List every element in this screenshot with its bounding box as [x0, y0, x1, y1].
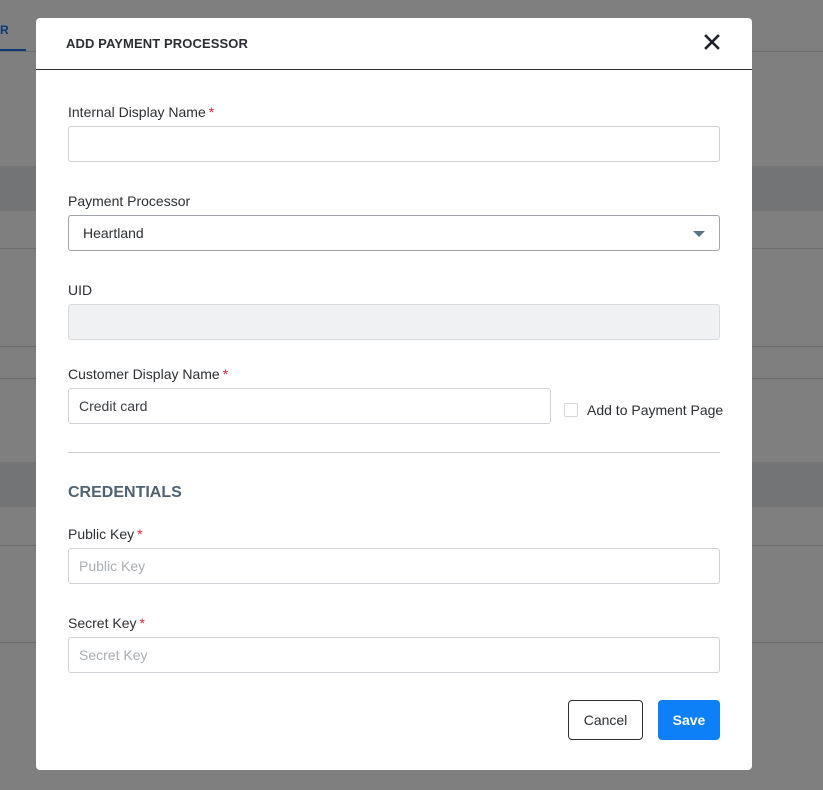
add-to-payment-page-label[interactable]: Add to Payment Page	[587, 402, 723, 418]
customer-display-name-label-text: Customer Display Name	[68, 366, 220, 382]
modal-header: ADD PAYMENT PROCESSOR	[36, 18, 752, 70]
save-button[interactable]: Save	[658, 700, 720, 740]
secret-key-label-text: Secret Key	[68, 615, 137, 631]
internal-display-name-label: Internal Display Name *	[68, 104, 214, 120]
payment-processor-select[interactable]: Heartland	[68, 215, 720, 251]
internal-display-name-input[interactable]	[68, 126, 720, 162]
uid-input	[68, 304, 720, 340]
required-marker: *	[222, 366, 229, 382]
required-marker: *	[137, 526, 143, 542]
internal-display-name-label-text: Internal Display Name	[68, 104, 206, 120]
public-key-label: Public Key *	[68, 526, 143, 542]
chevron-down-icon	[693, 231, 705, 237]
uid-label: UID	[68, 282, 93, 298]
section-divider	[68, 452, 720, 453]
secret-key-input[interactable]	[68, 637, 720, 673]
public-key-label-text: Public Key	[68, 526, 135, 542]
customer-display-name-label: Customer Display Name *	[68, 366, 228, 382]
required-marker: *	[139, 615, 145, 631]
close-icon[interactable]	[702, 31, 722, 53]
modal-title: ADD PAYMENT PROCESSOR	[66, 36, 248, 51]
secret-key-label: Secret Key *	[68, 615, 145, 631]
cancel-button[interactable]: Cancel	[568, 700, 643, 740]
add-payment-processor-dialog: ADD PAYMENT PROCESSOR Internal Display N…	[36, 18, 752, 770]
public-key-input[interactable]	[68, 548, 720, 584]
customer-display-name-input[interactable]	[68, 388, 551, 424]
payment-processor-selected-value: Heartland	[83, 225, 144, 241]
credentials-section-title: CREDENTIALS	[68, 484, 182, 501]
required-marker: *	[208, 104, 215, 120]
payment-processor-label: Payment Processor	[68, 193, 191, 209]
add-to-payment-page-checkbox[interactable]	[564, 403, 578, 417]
